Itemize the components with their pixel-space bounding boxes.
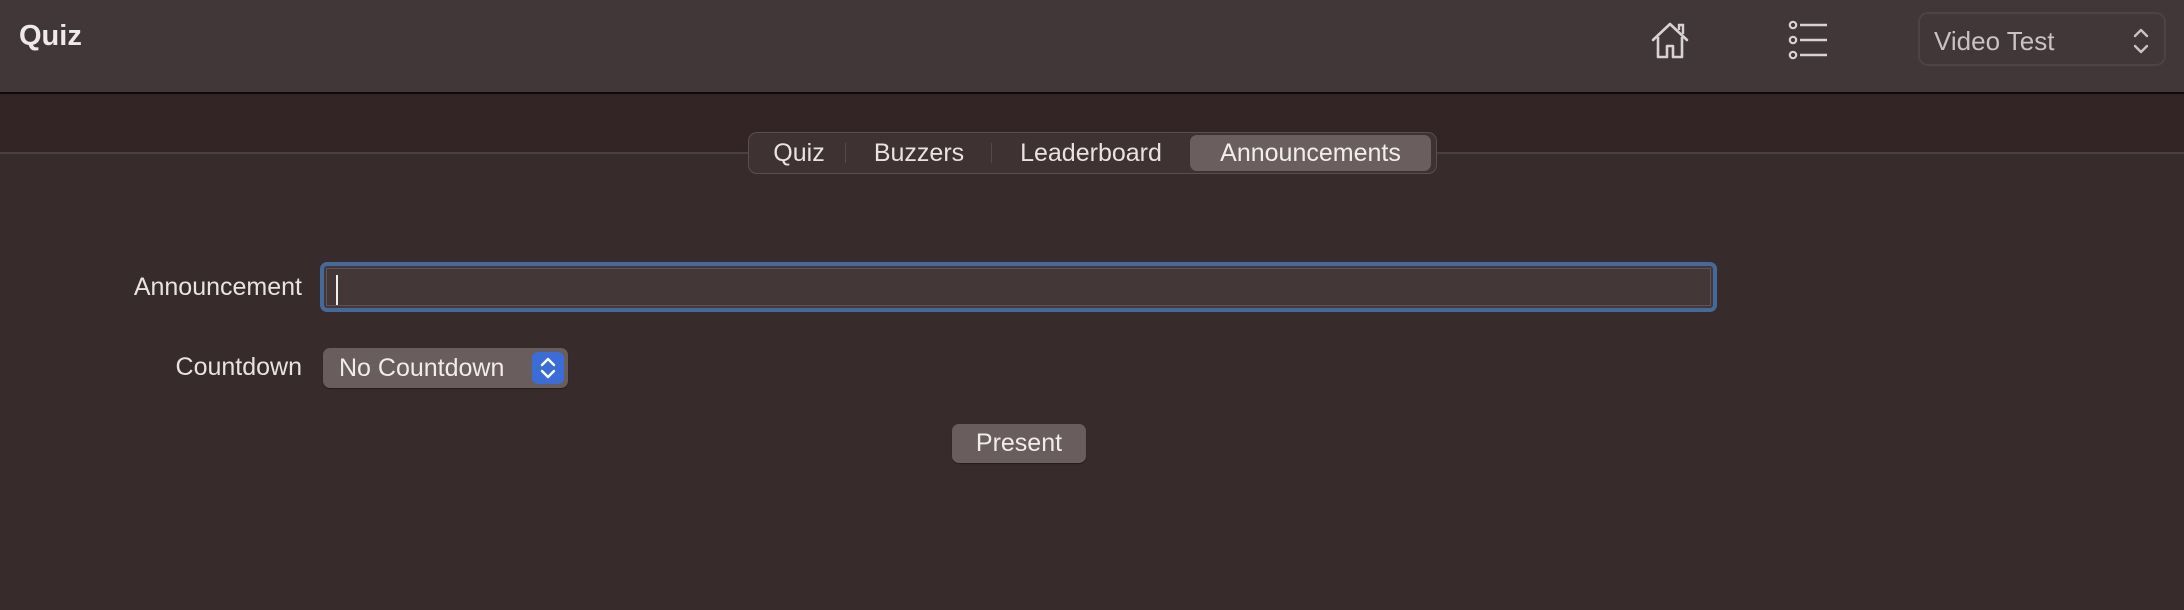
toolbar: Quiz Video Test (0, 0, 2184, 94)
popup-stepper (532, 352, 564, 384)
tab-segmented-control: Quiz Buzzers Leaderboard Announcements (748, 132, 1437, 174)
announcement-input-field[interactable] (326, 268, 1711, 306)
up-down-chevron-icon (540, 357, 556, 379)
list-button[interactable] (1787, 18, 1831, 62)
announcement-input[interactable] (320, 262, 1717, 312)
home-button[interactable] (1648, 18, 1692, 62)
tab-announcements[interactable]: Announcements (1190, 135, 1431, 171)
tab-buzzers[interactable]: Buzzers (846, 135, 992, 171)
countdown-value: No Countdown (339, 354, 505, 382)
countdown-label: Countdown (175, 353, 302, 381)
list-icon (1788, 20, 1827, 60)
document-selector[interactable]: Video Test (1918, 12, 2166, 66)
up-down-chevron-icon (2133, 28, 2149, 54)
tab-leaderboard[interactable]: Leaderboard (992, 135, 1190, 171)
announcement-label: Announcement (133, 273, 302, 301)
countdown-popup[interactable]: No Countdown (323, 348, 568, 388)
text-caret (336, 275, 338, 305)
home-icon (1651, 22, 1689, 59)
document-selector-value: Video Test (1934, 26, 2055, 56)
app-title: Quiz (19, 20, 82, 52)
tab-quiz[interactable]: Quiz (752, 135, 846, 171)
present-button[interactable]: Present (952, 424, 1086, 463)
